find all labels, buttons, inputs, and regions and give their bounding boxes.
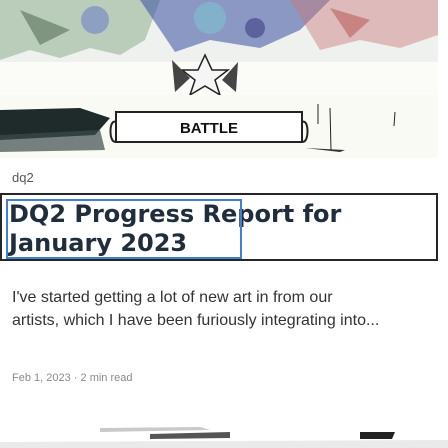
blog-tag[interactable]: dq2 bbox=[12, 170, 34, 186]
next-card-preview bbox=[0, 420, 448, 448]
post-title-box[interactable]: DQ2 Progress Report for January 2023 bbox=[0, 193, 438, 261]
post-date: Feb 1, 2023 bbox=[12, 372, 71, 384]
hero-banner-text: BATTLE bbox=[180, 120, 238, 137]
meta-separator: · bbox=[73, 372, 78, 384]
read-time: 2 min read bbox=[80, 372, 133, 384]
post-meta: Feb 1, 2023 · 2 min read bbox=[12, 371, 133, 385]
excerpt-line-2: artists, which I have been furiously int… bbox=[12, 312, 380, 329]
post-title[interactable]: DQ2 Progress Report for January 2023 bbox=[9, 200, 429, 258]
blog-post-card[interactable]: BATTLE dq2 DQ2 Progress Report for Janua… bbox=[0, 0, 448, 448]
hero-image[interactable]: BATTLE bbox=[0, 0, 438, 158]
excerpt-line-1: I've started getting a lot of new art in… bbox=[12, 289, 333, 306]
post-excerpt: I've started getting a lot of new art in… bbox=[12, 286, 432, 332]
